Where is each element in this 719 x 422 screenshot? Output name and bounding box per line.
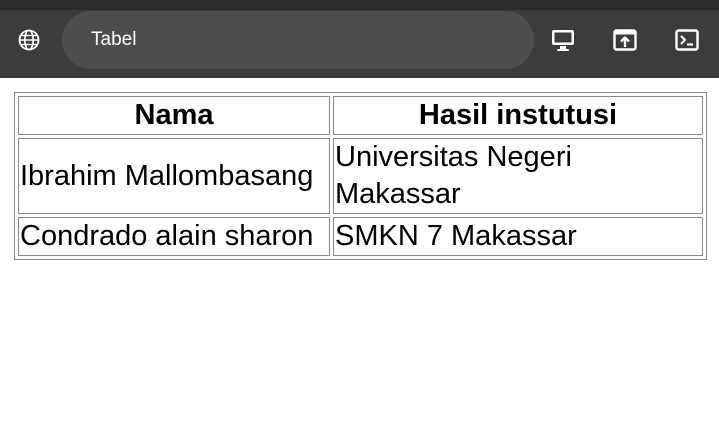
monitor-icon[interactable] <box>550 27 576 53</box>
table-header-row: Nama Hasil instutusi <box>18 96 703 135</box>
column-header-nama: Nama <box>18 96 330 135</box>
table-row: Ibrahim Mallombasang Universitas Negeri … <box>18 138 703 214</box>
table-cell: Ibrahim Mallombasang <box>18 138 330 214</box>
column-header-hasil-instutusi: Hasil instutusi <box>333 96 703 135</box>
table-cell: Universitas Negeri Makassar <box>333 138 703 214</box>
data-table: Nama Hasil instutusi Ibrahim Mallombasan… <box>14 92 707 260</box>
table-cell: SMKN 7 Makassar <box>333 217 703 256</box>
open-in-new-icon[interactable] <box>612 27 638 53</box>
address-bar-text: Tabel <box>91 29 137 50</box>
browser-toolbar: Tabel <box>0 0 719 78</box>
globe-icon[interactable] <box>17 28 41 52</box>
table-row: Condrado alain sharon SMKN 7 Makassar <box>18 217 703 256</box>
terminal-icon[interactable] <box>674 27 700 53</box>
page-content: Nama Hasil instutusi Ibrahim Mallombasan… <box>14 92 707 260</box>
table-cell: Condrado alain sharon <box>18 217 330 256</box>
address-bar[interactable]: Tabel <box>62 11 534 69</box>
